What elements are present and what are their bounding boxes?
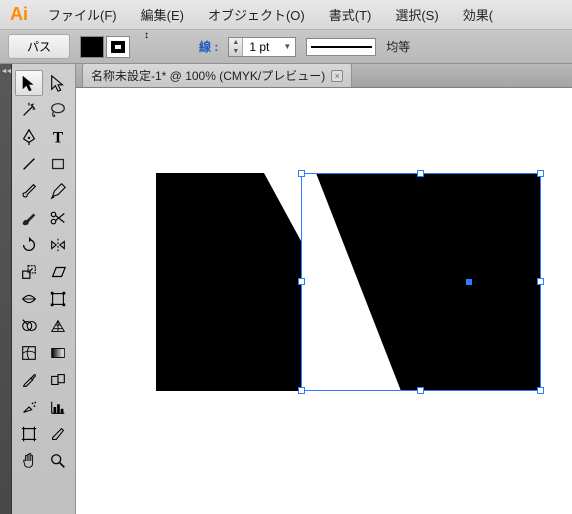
menu-object[interactable]: オブジェクト(O) (202, 2, 311, 27)
handle-ne[interactable] (537, 170, 544, 177)
center-anchor (466, 279, 472, 285)
document-tab-title: 名称未設定-1* @ 100% (CMYK/プレビュー) (91, 67, 325, 84)
toolbox-collapse-gutter[interactable] (0, 64, 12, 514)
blob-brush-tool[interactable] (15, 205, 43, 231)
mesh-tool[interactable] (15, 340, 43, 366)
stepper-arrows-icon[interactable]: ▲▼ (229, 38, 243, 56)
reflect-tool[interactable] (44, 232, 72, 258)
perspective-grid-tool[interactable] (44, 313, 72, 339)
chevron-down-icon[interactable]: ▼ (279, 42, 295, 51)
gradient-tool[interactable] (44, 340, 72, 366)
handle-sw[interactable] (298, 387, 305, 394)
hand-tool[interactable] (15, 448, 43, 474)
stroke-weight-value: 1 pt (243, 40, 279, 54)
menu-select[interactable]: 選択(S) (389, 2, 444, 27)
handle-nw[interactable] (298, 170, 305, 177)
menu-file[interactable]: ファイル(F) (42, 2, 123, 27)
handle-n[interactable] (417, 170, 424, 177)
handle-s[interactable] (417, 387, 424, 394)
stroke-label: 線 : (199, 38, 218, 55)
scissors-tool[interactable] (44, 205, 72, 231)
stroke-style-dropdown[interactable] (306, 38, 376, 56)
direct-selection-tool[interactable] (44, 70, 72, 96)
selection-type-label: パス (8, 34, 70, 59)
pencil-tool[interactable] (44, 178, 72, 204)
pen-tool[interactable] (15, 124, 43, 150)
svg-text:T: T (53, 129, 63, 146)
rectangle-tool[interactable] (44, 151, 72, 177)
zoom-tool[interactable] (44, 448, 72, 474)
app-icon: Ai (8, 5, 30, 25)
stroke-weight-stepper[interactable]: ▲▼ 1 pt ▼ (228, 37, 296, 57)
menu-type[interactable]: 書式(T) (323, 2, 378, 27)
shape-left[interactable] (156, 173, 301, 391)
line-segment-tool[interactable] (15, 151, 43, 177)
toolbox: T (12, 64, 76, 514)
swap-fill-stroke-icon[interactable]: ↕ (144, 30, 149, 41)
column-graph-tool[interactable] (44, 394, 72, 420)
shape-builder-tool[interactable] (15, 313, 43, 339)
handle-w[interactable] (298, 278, 305, 285)
symbol-sprayer-tool[interactable] (15, 394, 43, 420)
handle-e[interactable] (537, 278, 544, 285)
artboard-tool[interactable] (15, 421, 43, 447)
width-tool[interactable] (15, 286, 43, 312)
fill-stroke-swatches[interactable] (80, 36, 130, 58)
shear-tool[interactable] (44, 259, 72, 285)
scale-tool[interactable] (15, 259, 43, 285)
handle-se[interactable] (537, 387, 544, 394)
document-tab[interactable]: 名称未設定-1* @ 100% (CMYK/プレビュー) × (82, 63, 352, 87)
slice-tool[interactable] (44, 421, 72, 447)
fill-swatch[interactable] (80, 36, 104, 58)
selection-bounding-box[interactable] (301, 173, 541, 391)
selection-tool[interactable] (15, 70, 43, 96)
stroke-profile-label[interactable]: 均等 (386, 38, 410, 55)
menu-edit[interactable]: 編集(E) (135, 2, 190, 27)
rotate-tool[interactable] (15, 232, 43, 258)
canvas[interactable] (76, 88, 572, 514)
blend-tool[interactable] (44, 367, 72, 393)
magic-wand-tool[interactable] (15, 97, 43, 123)
menu-effect[interactable]: 効果( (457, 2, 499, 27)
stroke-swatch[interactable] (106, 36, 130, 58)
close-tab-button[interactable]: × (331, 70, 343, 82)
eyedropper-tool[interactable] (15, 367, 43, 393)
lasso-tool[interactable] (44, 97, 72, 123)
type-tool[interactable]: T (44, 124, 72, 150)
paintbrush-tool[interactable] (15, 178, 43, 204)
free-transform-tool[interactable] (44, 286, 72, 312)
